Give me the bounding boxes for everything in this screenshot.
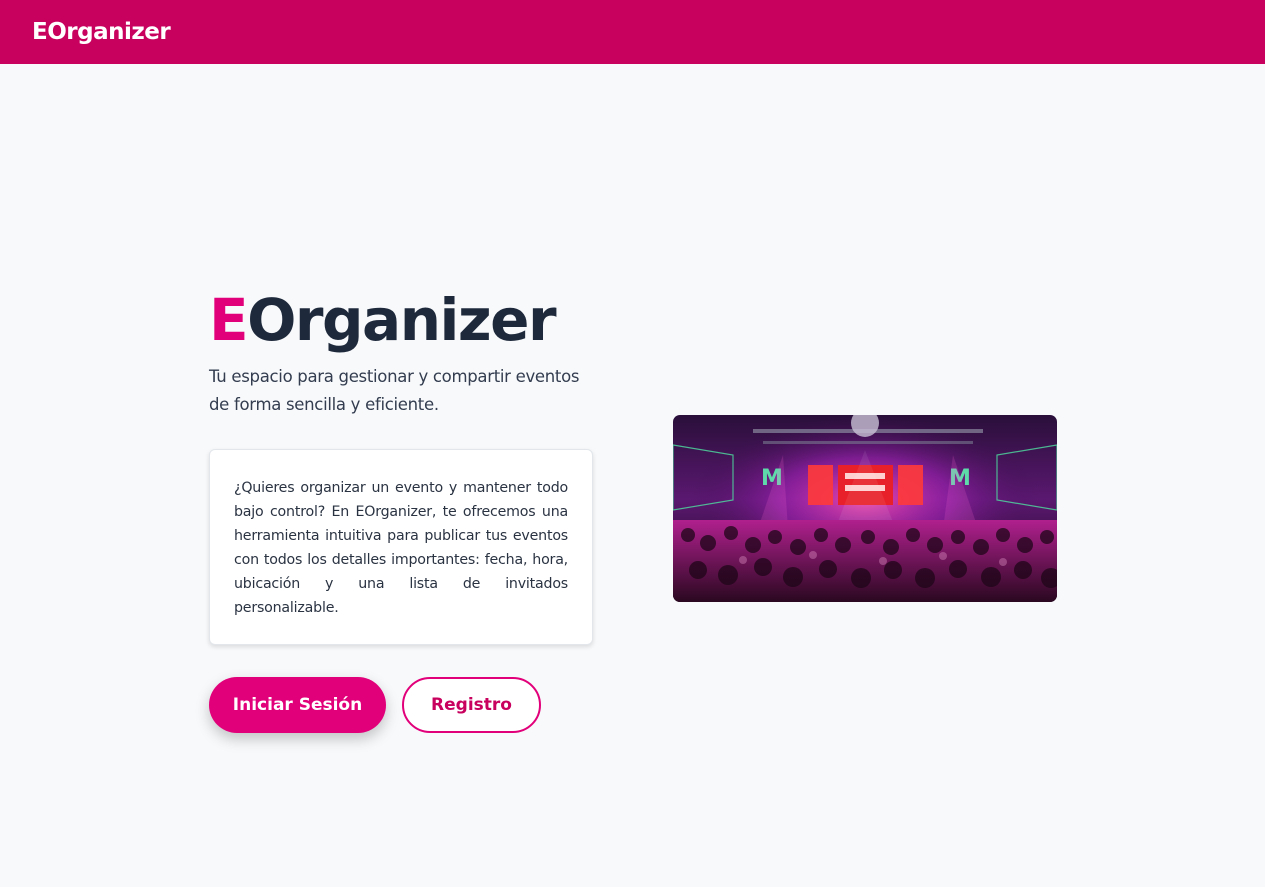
login-button[interactable]: Iniciar Sesión — [209, 677, 386, 733]
hero-section: EOrganizer Tu espacio para gestionar y c… — [209, 285, 593, 733]
hero-title-accent: E — [209, 286, 249, 354]
hero-title: EOrganizer — [209, 285, 593, 355]
description-text: ¿Quieres organizar un evento y mantener … — [234, 480, 568, 616]
navbar-brand[interactable]: EOrganizer — [32, 19, 171, 45]
hero-subtitle: Tu espacio para gestionar y compartir ev… — [209, 367, 580, 414]
description-card: ¿Quieres organizar un evento y mantener … — [209, 449, 593, 645]
hero-actions: Iniciar Sesión Registro — [209, 677, 593, 733]
event-concert-image: M M — [673, 415, 1057, 602]
register-button[interactable]: Registro — [402, 677, 541, 733]
top-navbar: EOrganizer — [0, 0, 1265, 64]
hero-title-rest: Organizer — [247, 286, 556, 354]
